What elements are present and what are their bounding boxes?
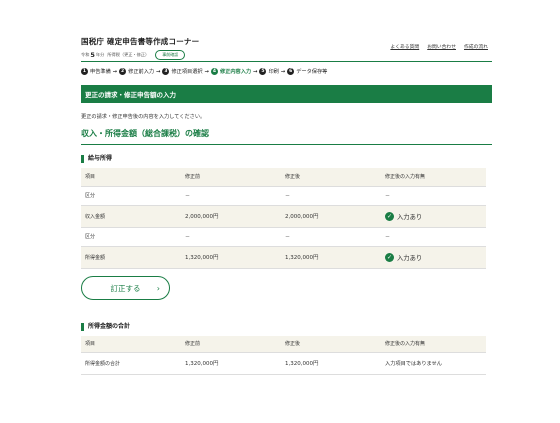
progress-steps: 1 申告準備 → 2 修正前入力 → 3 修正項目選択 → 4 修正内容入力 →… [81, 68, 327, 75]
tax-type: 所得税（更正・修正） [107, 52, 150, 57]
table-row: 収入金額 2,000,000円 2,000,000円 ✓ 入力あり [81, 205, 486, 228]
flow-link[interactable]: 作成の流れ [464, 43, 488, 50]
cell-before: 1,320,000円 [181, 352, 281, 375]
step-6: 6 データ保存等 [287, 68, 327, 75]
column-header: 修正後の入力有無 [381, 336, 486, 353]
cell-before: － [181, 186, 281, 206]
step-label: 修正前入力 [128, 69, 155, 75]
cell-status: － [381, 186, 486, 206]
check-circle-icon: ✓ [385, 211, 394, 221]
step-number: 6 [287, 68, 295, 75]
salary-income-table: 項目 修正前 修正後 修正後の入力有無 区分 － － － 収入金額 2,000,… [81, 168, 486, 269]
cell-item: 所得金額 [81, 246, 181, 269]
column-header: 修正後 [281, 168, 381, 187]
step-2: 2 修正前入力 → [119, 68, 162, 75]
cell-item: 区分 [81, 227, 181, 247]
step-number: 5 [259, 68, 267, 75]
step-number: 2 [119, 68, 127, 75]
table-row: 所得金額 1,320,000円 1,320,000円 ✓ 入力あり [81, 246, 486, 269]
step-label: 修正内容入力 [219, 69, 252, 75]
arrow-right-icon: → [204, 68, 209, 75]
tax-year: 5 [90, 51, 95, 59]
table-row: 所得金額の合計 1,320,000円 1,320,000円 入力項目ではありませ… [81, 352, 486, 375]
year-suffix: 年分 [95, 52, 105, 57]
check-circle-icon: ✓ [385, 252, 394, 262]
step-number: 1 [81, 68, 88, 75]
edit-button[interactable]: 訂正する › [81, 276, 170, 300]
cell-item: 区分 [81, 186, 181, 206]
cell-before: 2,000,000円 [181, 205, 281, 228]
step-number: 3 [162, 68, 170, 75]
faq-link[interactable]: よくある質問 [390, 43, 419, 50]
cell-after: 2,000,000円 [281, 205, 381, 228]
cell-after: － [281, 186, 381, 206]
page: 国税庁 確定申告書等作成コーナー 令和 5 年分 所得税（更正・修正） 事前確認… [81, 0, 492, 375]
cell-after: 1,320,000円 [281, 246, 381, 269]
cell-before: － [181, 227, 281, 247]
column-header: 項目 [81, 168, 181, 187]
cell-status: － [381, 227, 486, 247]
era-label: 令和 [81, 52, 90, 57]
arrow-right-icon: → [280, 68, 286, 75]
table-header-row: 項目 修正前 修正後 修正後の入力有無 [81, 168, 486, 187]
total-income-title: 所得金額の合計 [81, 323, 130, 331]
arrow-right-icon: → [253, 68, 258, 75]
header-links: よくある質問 お問い合わせ 作成の流れ [390, 43, 488, 50]
cell-status: ✓ 入力あり [381, 205, 486, 228]
cell-after: 1,320,000円 [281, 352, 381, 375]
cell-item: 所得金額の合計 [81, 352, 181, 375]
step-number: 4 [210, 68, 218, 75]
contact-link[interactable]: お問い合わせ [427, 43, 456, 50]
table-row: 区分 － － － [81, 227, 486, 247]
step-3: 3 修正項目選択 → [162, 68, 211, 75]
cell-status: ✓ 入力あり [381, 246, 486, 269]
cell-status: 入力項目ではありません [381, 352, 486, 375]
total-income-table: 項目 修正前 修正後 修正後の入力有無 所得金額の合計 1,320,000円 1… [81, 336, 486, 375]
cell-item: 収入金額 [81, 205, 181, 228]
status-label: 入力あり [397, 213, 423, 221]
table-header-row: 項目 修正前 修正後 修正後の入力有無 [81, 336, 486, 353]
column-header: 修正後の入力有無 [381, 168, 486, 187]
tax-year-info: 令和 5 年分 所得税（更正・修正） 事前確認 [81, 50, 186, 60]
step-label: 申告準備 [90, 69, 111, 75]
step-label: 修正項目選択 [171, 69, 203, 75]
intro-text: 更正の請求・修正申告後の内容を入力してください。 [81, 114, 206, 120]
column-header: 修正前 [181, 168, 281, 187]
column-header: 項目 [81, 336, 181, 353]
site-title: 国税庁 確定申告書等作成コーナー [81, 37, 200, 46]
step-1: 1 申告準備 → [81, 68, 119, 75]
step-label: 印刷 [268, 69, 279, 75]
cell-before: 1,320,000円 [181, 246, 281, 269]
page-banner: 更正の請求・修正申告額の入力 [81, 85, 492, 103]
chevron-right-icon: › [156, 283, 160, 293]
cell-after: － [281, 227, 381, 247]
step-label: データ保存等 [296, 69, 328, 75]
table-row: 区分 － － － [81, 186, 486, 206]
status-label: 入力あり [397, 254, 423, 262]
salary-income-title: 給与所得 [81, 155, 112, 163]
step-5: 5 印刷 → [259, 68, 287, 75]
section-title: 収入・所得金額（総合課税）の確認 [81, 128, 492, 145]
step-4-current: 4 修正内容入力 → [210, 68, 260, 75]
site-header: 国税庁 確定申告書等作成コーナー 令和 5 年分 所得税（更正・修正） 事前確認… [81, 0, 492, 62]
column-header: 修正後 [281, 336, 381, 353]
column-header: 修正前 [181, 336, 281, 353]
arrow-right-icon: → [112, 68, 118, 75]
pre-check-badge[interactable]: 事前確認 [155, 50, 186, 60]
edit-button-label: 訂正する [110, 283, 141, 293]
arrow-right-icon: → [156, 68, 161, 75]
